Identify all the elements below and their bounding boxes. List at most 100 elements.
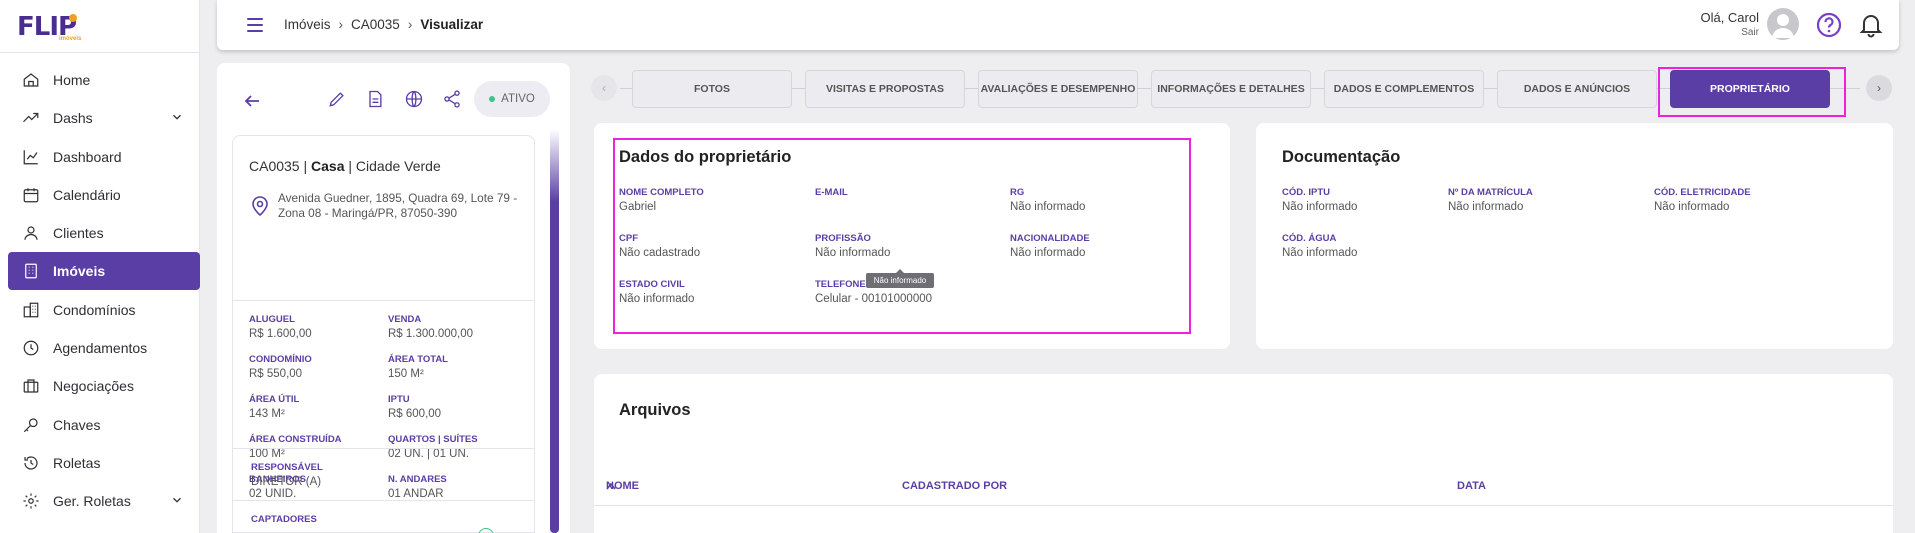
property-type: Casa [311, 158, 345, 174]
field-label: ÁREA TOTAL [388, 354, 448, 365]
globe-icon[interactable] [404, 89, 424, 109]
highlight-box-owner [613, 138, 1191, 334]
logout-link[interactable]: Sair [1700, 27, 1759, 38]
field-value: Não informado [1282, 247, 1358, 259]
calendar-icon [22, 186, 40, 204]
documentation-title: Documentação [1282, 148, 1401, 166]
sidebar: FLIP imóveis Home Dashs Dashboard Calend… [0, 0, 200, 533]
briefcase-icon [22, 377, 40, 395]
buildings-icon [22, 301, 40, 319]
flip-logo[interactable]: FLIP imóveis [17, 12, 81, 42]
share-icon[interactable] [442, 89, 462, 109]
sidebar-item-label: Imóveis [53, 263, 106, 280]
field-value: DIRETOR (A) [251, 476, 322, 488]
sidebar-item-negociacoes[interactable]: Negociações [8, 367, 200, 405]
field-label: IPTU [388, 394, 410, 405]
sidebar-item-ger-roletas[interactable]: Ger. Roletas [8, 482, 200, 520]
field-value: 100 M² [249, 448, 285, 460]
tab-scroll-left-icon[interactable]: ‹ [591, 75, 617, 101]
sidebar-item-dashs[interactable]: Dashs [8, 99, 200, 137]
rotate-icon [22, 454, 40, 472]
sidebar-item-agendamentos[interactable]: Agendamentos [8, 329, 200, 367]
breadcrumb-imoveis[interactable]: Imóveis [284, 17, 331, 32]
sidebar-item-label: Agendamentos [53, 340, 148, 357]
breadcrumb-separator: › [338, 17, 344, 32]
sidebar-item-clientes[interactable]: Clientes [8, 214, 200, 252]
tab-avaliacoes-desempenho[interactable]: AVALIAÇÕES E DESEMPENHO [978, 70, 1138, 108]
sidebar-item-roletas[interactable]: Roletas [8, 444, 200, 482]
chevron-down-icon [173, 498, 181, 503]
avatar[interactable] [1767, 8, 1799, 40]
field-value: R$ 550,00 [249, 368, 303, 380]
sidebar-item-home[interactable]: Home [8, 61, 200, 99]
sidebar-item-imoveis[interactable]: Imóveis [8, 252, 200, 291]
field-value: 01 ANDAR [388, 488, 444, 500]
doc-field-matricula: Nº DA MATRÍCULA Não informado [1448, 187, 1533, 213]
tab-scroll-right-icon[interactable]: › [1866, 75, 1892, 101]
key-icon [22, 416, 40, 434]
field-label: RESPONSÁVEL [251, 462, 323, 473]
column-header-data[interactable]: DATA [1457, 480, 1486, 492]
logo-subtext: imóveis [59, 36, 82, 42]
field-label: ÁREA CONSTRUÍDA [249, 434, 342, 445]
menu-icon[interactable] [247, 18, 263, 32]
files-table-header: NOME CADASTRADO POR DATA [594, 480, 1894, 494]
sidebar-item-label: Roletas [53, 454, 101, 471]
property-code: CA0035 [249, 158, 300, 174]
bell-icon[interactable] [1857, 11, 1885, 39]
help-icon[interactable] [1815, 11, 1843, 39]
breadcrumb: Imóveis › CA0035 › Visualizar [284, 17, 483, 32]
field-label: CÓD. IPTU [1282, 187, 1331, 198]
doc-field-iptu: CÓD. IPTU Não informado [1282, 187, 1357, 213]
card-divider [232, 500, 535, 501]
clock-icon [22, 339, 40, 357]
field-label: CONDOMÍNIO [249, 354, 312, 365]
field-area-util: ÁREA ÚTIL 143 M² [249, 394, 299, 420]
tab-dados-anuncios[interactable]: DADOS E ANÚNCIOS [1497, 70, 1657, 108]
field-condominio: CONDOMÍNIO R$ 550,00 [249, 354, 312, 380]
tab-visitas-propostas[interactable]: VISITAS E PROPOSTAS [805, 70, 965, 108]
field-value: Não informado [1282, 201, 1358, 213]
field-value: R$ 1.600,00 [249, 328, 312, 340]
tab-informacoes-detalhes[interactable]: INFORMAÇÕES E DETALHES [1151, 70, 1311, 108]
user-icon [22, 224, 40, 242]
sidebar-nav: Home Dashs Dashboard Calendário Clientes… [8, 61, 200, 521]
sidebar-item-label: Clientes [53, 225, 104, 242]
gear-icon [22, 492, 40, 510]
status-dot [489, 96, 496, 102]
field-label: N. ANDARES [388, 474, 447, 485]
tab-fotos[interactable]: FOTOS [632, 70, 792, 108]
sidebar-item-condominios[interactable]: Condomínios [8, 291, 200, 329]
status-text: ATIVO [501, 93, 535, 105]
card-scrollbar[interactable] [550, 129, 559, 533]
sidebar-item-label: Ger. Roletas [53, 493, 131, 510]
field-quartos-suites: QUARTOS | SUÍTES 02 UN. | 01 UN. [388, 434, 478, 460]
status-badge: ATIVO [474, 81, 550, 117]
column-header-cadastrado-por[interactable]: CADASTRADO POR [902, 480, 1007, 492]
property-title: CA0035 | Casa | Cidade Verde [249, 158, 441, 174]
document-icon[interactable] [365, 89, 385, 109]
user-greeting: Olá, Carol Sair [1700, 10, 1759, 38]
field-label: QUARTOS | SUÍTES [388, 434, 478, 445]
chart-icon [22, 148, 40, 166]
back-arrow-icon[interactable] [243, 92, 261, 110]
card-divider [233, 300, 534, 301]
sidebar-item-calendario[interactable]: Calendário [8, 176, 200, 214]
field-venda: VENDA R$ 1.300.000,00 [388, 314, 473, 340]
tab-dados-complementos[interactable]: DADOS E COMPLEMENTOS [1324, 70, 1484, 108]
building-icon [22, 262, 40, 280]
field-responsavel: RESPONSÁVEL DIRETOR (A) [251, 462, 323, 488]
column-label: NOME [606, 480, 639, 492]
doc-field-agua: CÓD. ÁGUA Não informado [1282, 233, 1357, 259]
sidebar-item-dashboard[interactable]: Dashboard [8, 138, 200, 176]
sidebar-item-chaves[interactable]: Chaves [8, 406, 200, 444]
breadcrumb-code[interactable]: CA0035 [351, 17, 400, 32]
column-header-nome[interactable]: NOME [606, 480, 639, 492]
sidebar-divider [0, 52, 200, 53]
field-value: R$ 600,00 [388, 408, 442, 420]
field-captadores: CAPTADORES [251, 514, 317, 525]
field-value: 02 UNID. [249, 488, 297, 500]
top-bar: Imóveis › CA0035 › Visualizar Olá, Carol… [217, 0, 1899, 50]
edit-icon[interactable] [327, 89, 347, 109]
field-value: 02 UN. | 01 UN. [388, 448, 469, 460]
